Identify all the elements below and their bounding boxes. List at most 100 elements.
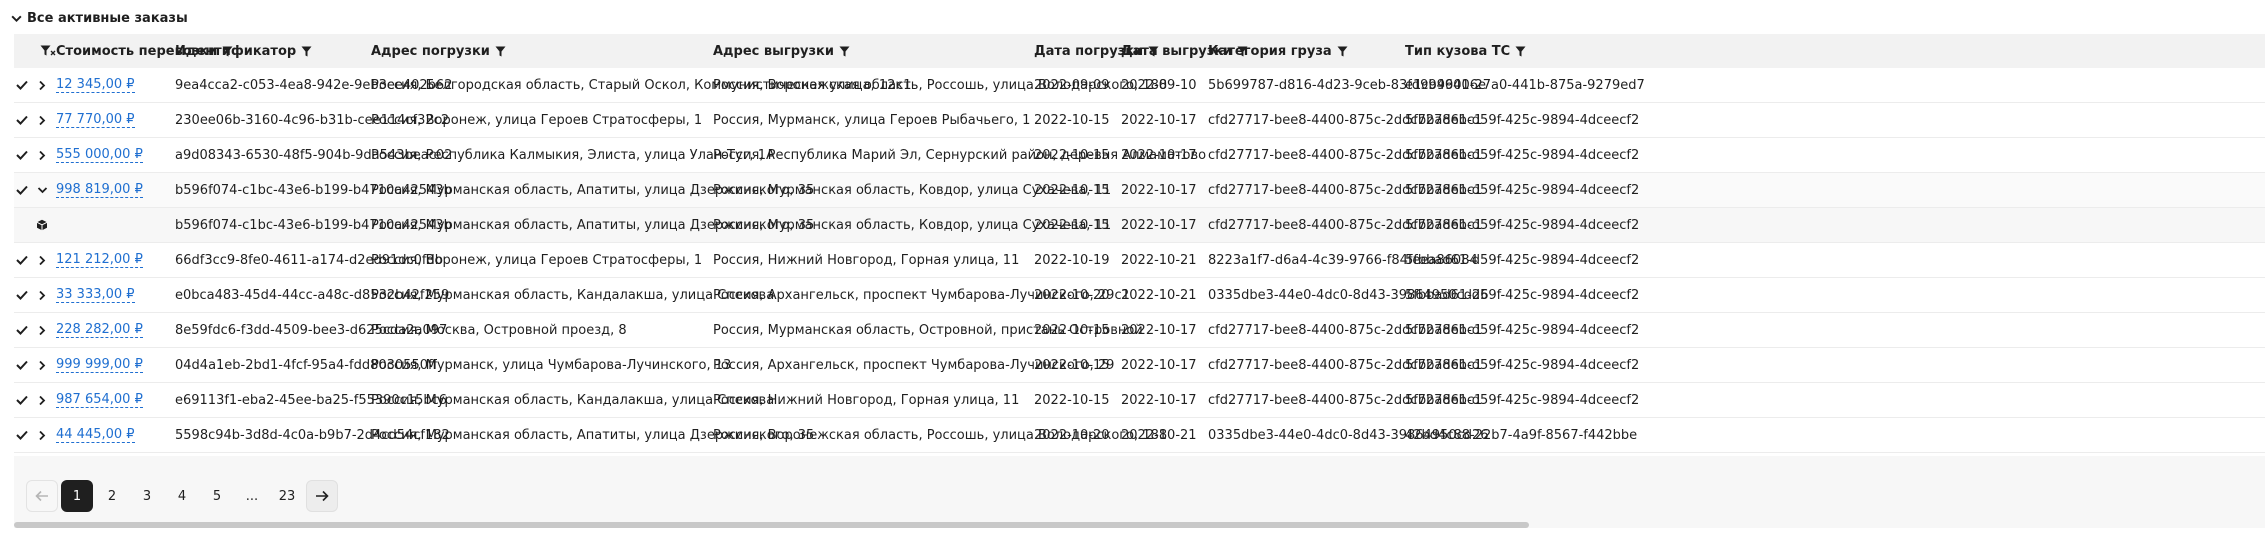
cell-load-address: Россия, Воронеж, улица Героев Стратосфер…	[371, 252, 703, 268]
cost-link[interactable]: 999 999,00 ₽	[56, 357, 143, 373]
cell-load-date: 2022-10-20	[1034, 427, 1110, 443]
pagination-area: 1 2 3 4 5 ... 23	[14, 456, 2265, 528]
cost-link[interactable]: 228 282,00 ₽	[56, 322, 143, 338]
page-button-1[interactable]: 1	[61, 480, 93, 512]
cell-cost[interactable]: 228 282,00 ₽	[56, 313, 143, 347]
detail-cell-body-type: 5fbbad61-d59f-425c-9894-4dceecf2	[1405, 217, 1640, 233]
table-row[interactable]: 555 000,00 ₽ a9d08343-6530-48f5-904b-9da5…	[14, 138, 2265, 173]
package-icon	[36, 208, 48, 242]
cell-load-date: 2022-10-15	[1034, 357, 1110, 373]
filter-clear-icon[interactable]	[38, 34, 58, 68]
cell-cost[interactable]: 999 999,00 ₽	[56, 348, 143, 382]
check-icon	[14, 383, 30, 417]
cell-body-type: 42bd4c88-22b7-4a9f-8567-f442bbe	[1405, 427, 1638, 443]
cell-body-type: 5fbbad61-d59f-425c-9894-4dceecf2	[1405, 252, 1640, 268]
cell-cost[interactable]: 12 345,00 ₽	[56, 68, 135, 102]
cell-cost[interactable]: 987 654,00 ₽	[56, 383, 143, 417]
cost-link[interactable]: 77 770,00 ₽	[56, 112, 135, 128]
chevron-right-icon[interactable]	[36, 418, 48, 452]
chevron-right-icon[interactable]	[36, 138, 48, 172]
chevron-right-icon[interactable]	[36, 243, 48, 277]
table-row[interactable]: 998 819,00 ₽ b596f074-c1bc-43e6-b199-b471…	[14, 173, 2265, 208]
cell-unload-address: Россия, Нижний Новгород, Горная улица, 1…	[713, 252, 1020, 268]
section-header[interactable]: Все активные заказы	[10, 9, 188, 27]
cell-body-type: 5fbbad61-d59f-425c-9894-4dceecf2	[1405, 322, 1640, 338]
section-title: Все активные заказы	[27, 10, 188, 26]
chevron-right-icon[interactable]	[36, 68, 48, 102]
check-icon	[14, 278, 30, 312]
table-row[interactable]: 121 212,00 ₽66df3cc9-8fe0-4611-a174-d2ed…	[14, 243, 2265, 278]
table-row[interactable]: 44 445,00 ₽5598c94b-3d8d-4c0a-b9b7-2d4cd…	[14, 418, 2265, 453]
table-row[interactable]: 228 282,00 ₽8e59fdc6-f3dd-4509-bee3-d625…	[14, 313, 2265, 348]
cell-load-date: 2022-10-15	[1034, 112, 1110, 128]
cost-link[interactable]: 998 819,00 ₽	[56, 182, 143, 198]
chevron-right-icon[interactable]	[36, 278, 48, 312]
chevron-down-icon[interactable]	[36, 173, 48, 207]
filter-icon[interactable]	[1337, 46, 1348, 57]
table-row[interactable]: 987 654,00 ₽ e69113f1-eba2-45ee-ba25-f553…	[14, 383, 2265, 418]
page-button-3[interactable]: 3	[131, 480, 163, 512]
check-icon	[14, 243, 30, 277]
cell-unload-date: 2022-10-17	[1121, 357, 1197, 373]
table-row[interactable]: 999 999,00 ₽04d4a1eb-2bd1-4fcf-95a4-fdd8…	[14, 348, 2265, 383]
header-id[interactable]: Идентификатор	[175, 34, 312, 68]
cell-body-type: 5fbbad61-d59f-425c-9894-4dceecf2	[1405, 392, 1640, 408]
chevron-right-icon[interactable]	[36, 313, 48, 347]
pagination: 1 2 3 4 5 ... 23	[26, 480, 341, 512]
cell-load-date: 2022-10-15	[1034, 322, 1110, 338]
cell-load-date: 2022-10-15	[1034, 147, 1110, 163]
cell-cost[interactable]: 998 819,00 ₽	[56, 173, 143, 207]
arrow-right-icon	[316, 490, 329, 502]
cell-body-type: 5fbbad61-d59f-425c-9894-4dceecf2	[1405, 147, 1640, 163]
page-button-23[interactable]: 23	[271, 480, 303, 512]
cell-cost[interactable]: 555 000,00 ₽	[56, 138, 143, 172]
filter-icon[interactable]	[495, 46, 506, 57]
cost-link[interactable]: 121 212,00 ₽	[56, 252, 143, 268]
cost-link[interactable]: 12 345,00 ₽	[56, 77, 135, 93]
filter-icon[interactable]	[1515, 46, 1526, 57]
header-body-type[interactable]: Тип кузова ТС	[1405, 34, 1526, 68]
cell-load-address: Россия, Воронеж, улица Героев Стратосфер…	[371, 112, 703, 128]
chevron-right-icon[interactable]	[36, 348, 48, 382]
cost-link[interactable]: 987 654,00 ₽	[56, 392, 143, 408]
cell-load-date: 2022-10-15	[1034, 182, 1110, 198]
header-unload-address[interactable]: Адрес выгрузки	[713, 34, 850, 68]
header-unload-address-label: Адрес выгрузки	[713, 43, 834, 59]
cost-link[interactable]: 555 000,00 ₽	[56, 147, 143, 163]
cell-load-date: 2022-09-09	[1034, 77, 1110, 93]
cell-unload-address: Россия, Нижний Новгород, Горная улица, 1…	[713, 392, 1020, 408]
filter-icon[interactable]	[839, 46, 850, 57]
cell-cost[interactable]: 77 770,00 ₽	[56, 103, 135, 137]
page-button-2[interactable]: 2	[96, 480, 128, 512]
cell-cost[interactable]: 121 212,00 ₽	[56, 243, 143, 277]
cell-load-address: Россия, Мурманск, улица Чумбарова-Лучинс…	[371, 357, 732, 373]
page-button-4[interactable]: 4	[166, 480, 198, 512]
cell-cost[interactable]: 44 445,00 ₽	[56, 418, 135, 452]
cell-cost[interactable]: 33 333,00 ₽	[56, 278, 135, 312]
table-row[interactable]: 33 333,00 ₽ e0bca483-45d4-44cc-a48c-d8532…	[14, 278, 2265, 313]
chevron-right-icon[interactable]	[36, 103, 48, 137]
check-icon	[14, 313, 30, 347]
cell-body-type: e1c99900-27a0-441b-875a-9279ed7	[1405, 77, 1645, 93]
cost-link[interactable]: 33 333,00 ₽	[56, 287, 135, 303]
next-page-button[interactable]	[306, 480, 338, 512]
header-body-type-label: Тип кузова ТС	[1405, 43, 1511, 59]
cell-load-address: Россия, Москва, Островной проезд, 8	[371, 322, 627, 338]
cell-unload-date: 2022-10-17	[1121, 322, 1197, 338]
cell-unload-date: 2022-10-21	[1121, 287, 1197, 303]
chevron-right-icon[interactable]	[36, 383, 48, 417]
header-load-address-label: Адрес погрузки	[371, 43, 490, 59]
prev-page-button[interactable]	[26, 480, 58, 512]
check-icon	[14, 348, 30, 382]
header-cargo-category[interactable]: Категория груза	[1208, 34, 1348, 68]
cell-unload-date: 2022-10-17	[1121, 392, 1197, 408]
header-load-address[interactable]: Адрес погрузки	[371, 34, 506, 68]
cost-link[interactable]: 44 445,00 ₽	[56, 427, 135, 443]
table-row[interactable]: 77 770,00 ₽230ee06b-3160-4c96-b31b-cee11…	[14, 103, 2265, 138]
chevron-down-icon[interactable]	[10, 12, 23, 25]
table-row[interactable]: 12 345,00 ₽9ea4cca2-c053-4ea8-942e-9eb3e…	[14, 68, 2265, 103]
cell-unload-date: 2022-10-17	[1121, 147, 1197, 163]
horizontal-scrollbar[interactable]	[14, 522, 1529, 528]
filter-icon[interactable]	[301, 46, 312, 57]
page-button-5[interactable]: 5	[201, 480, 233, 512]
